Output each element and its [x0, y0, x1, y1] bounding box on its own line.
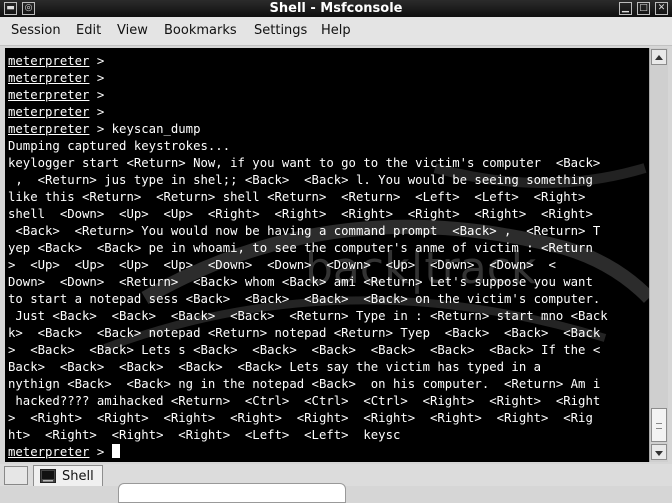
new-tab-button[interactable]	[4, 466, 28, 485]
terminal-output[interactable]: back|track meterpreter > meterpreter > met…	[5, 48, 649, 462]
output-line: Dumping captured keystrokes...	[8, 138, 648, 155]
menu-view[interactable]: View	[117, 17, 148, 45]
line-text: >	[89, 54, 105, 68]
output-line: hacked???? amihacked <Return> <Ctrl> <Ct…	[8, 393, 648, 410]
output-line: k> <Back> <Back> notepad <Return> notepa…	[8, 325, 648, 342]
line-text: >	[89, 445, 112, 459]
output-line: shell <Down> <Up> <Up> <Right> <Right> <…	[8, 206, 648, 223]
prompt-line: meterpreter >	[8, 87, 648, 104]
output-line: yep <Back> <Back> pe in whoami, to see t…	[8, 240, 648, 257]
prompt-line: meterpreter >	[8, 444, 648, 461]
prompt-label: meterpreter	[8, 71, 90, 85]
title-bar: ▬ ◎ Shell - Msfconsole ▁ □ ✕	[0, 0, 672, 17]
line-text: Just <Back> <Back> <Back> <Back> <Return…	[8, 309, 608, 323]
maximize-icon[interactable]: □	[637, 2, 650, 15]
terminal-lines: meterpreter > meterpreter > meterpreter > m…	[8, 53, 648, 461]
output-line: Down> <Down> <Return> <Back> whom <Back>…	[8, 274, 648, 291]
output-line: like this <Return> <Return> shell <Retur…	[8, 189, 648, 206]
line-text: <Back> <Return> You would now be having …	[8, 224, 601, 238]
terminal-scrollbar[interactable]	[649, 48, 668, 462]
scroll-down-arrow-icon[interactable]	[651, 444, 667, 460]
line-text: >	[89, 105, 105, 119]
line-text: hacked???? amihacked <Return> <Ctrl> <Ct…	[8, 394, 601, 408]
output-line: > <Back> <Back> Lets s <Back> <Back> <Ba…	[8, 342, 648, 359]
menu-bookmarks[interactable]: Bookmarks	[164, 17, 237, 45]
line-text: Dumping captured keystrokes...	[8, 139, 231, 153]
output-line: , <Return> jus type in shel;; <Back> <Ba…	[8, 172, 648, 189]
bottom-panel	[118, 483, 346, 503]
prompt-label: meterpreter	[8, 88, 90, 102]
output-line: Just <Back> <Back> <Back> <Back> <Return…	[8, 308, 648, 325]
line-text: >	[89, 71, 105, 85]
line-text: keylogger start <Return> Now, if you wan…	[8, 156, 601, 170]
menu-help[interactable]: Help	[321, 17, 351, 45]
menu-settings[interactable]: Settings	[254, 17, 307, 45]
line-text: nythign <Back> <Back> ng in the notepad …	[8, 377, 601, 391]
output-line: > <Up> <Up> <Up> <Up> <Down> <Down> <Dow…	[8, 257, 648, 274]
window-title: Shell - Msfconsole	[269, 1, 403, 16]
prompt-label: meterpreter	[8, 122, 90, 136]
menu-edit[interactable]: Edit	[76, 17, 101, 45]
output-line: <Back> <Return> You would now be having …	[8, 223, 648, 240]
prompt-line: meterpreter >	[8, 70, 648, 87]
line-text: Back> <Back> <Back> <Back> <Back> Lets s…	[8, 360, 542, 374]
line-text: > <Back> <Back> Lets s <Back> <Back> <Ba…	[8, 343, 601, 357]
menu-session[interactable]: Session	[11, 17, 61, 45]
prompt-line: meterpreter >	[8, 104, 648, 121]
prompt-line: meterpreter > keyscan_dump	[8, 121, 648, 138]
line-text: , <Return> jus type in shel;; <Back> <Ba…	[8, 173, 593, 187]
line-text: shell <Down> <Up> <Up> <Right> <Right> <…	[8, 207, 593, 221]
line-text: ht> <Right> <Right> <Right> <Left> <Left…	[8, 428, 401, 442]
close-icon[interactable]: ✕	[655, 2, 668, 15]
output-line: to start a notepad sess <Back> <Back> <B…	[8, 291, 648, 308]
line-text: to start a notepad sess <Back> <Back> <B…	[8, 292, 601, 306]
prompt-line: meterpreter >	[8, 53, 648, 70]
line-text: yep <Back> <Back> pe in whoami, to see t…	[8, 241, 593, 255]
prompt-label: meterpreter	[8, 105, 90, 119]
output-line: keylogger start <Return> Now, if you wan…	[8, 155, 648, 172]
line-text: k> <Back> <Back> notepad <Return> notepa…	[8, 326, 601, 340]
prompt-label: meterpreter	[8, 54, 90, 68]
prompt-label: meterpreter	[8, 445, 90, 459]
output-line: nythign <Back> <Back> ng in the notepad …	[8, 376, 648, 393]
text-cursor	[111, 444, 120, 458]
tab-label: Shell	[62, 469, 94, 484]
terminal-icon	[40, 469, 56, 483]
line-text: > keyscan_dump	[89, 122, 201, 136]
line-text: > <Right> <Right> <Right> <Right> <Right…	[8, 411, 593, 425]
output-line: > <Right> <Right> <Right> <Right> <Right…	[8, 410, 648, 427]
line-text: Down> <Down> <Return> <Back> whom <Back>…	[8, 275, 593, 289]
output-line: ht> <Right> <Right> <Right> <Left> <Left…	[8, 427, 648, 444]
line-text: like this <Return> <Return> shell <Retur…	[8, 190, 586, 204]
line-text: > <Up> <Up> <Up> <Up> <Down> <Down> <Dow…	[8, 258, 556, 272]
menu-bar: Session Edit View Bookmarks Settings Hel…	[0, 17, 672, 46]
output-line: Back> <Back> <Back> <Back> <Back> Lets s…	[8, 359, 648, 376]
tab-shell[interactable]: Shell	[33, 465, 103, 486]
minimize-icon[interactable]: ▁	[619, 2, 632, 15]
scroll-up-arrow-icon[interactable]	[651, 49, 667, 65]
line-text: >	[89, 88, 105, 102]
scroll-thumb[interactable]	[651, 408, 667, 442]
